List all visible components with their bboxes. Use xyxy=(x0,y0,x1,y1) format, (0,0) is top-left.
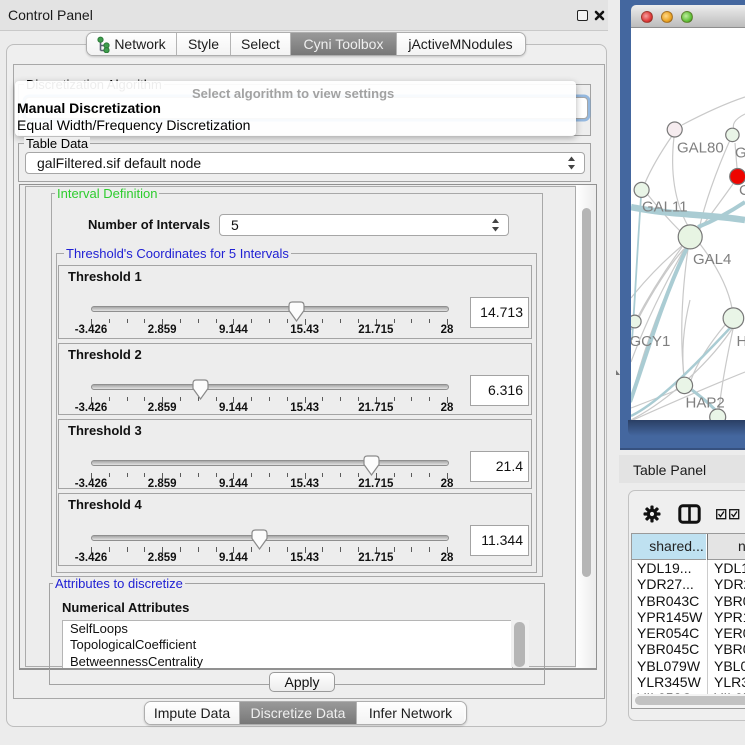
svg-text:GA: GA xyxy=(735,145,745,162)
svg-text:GCY1: GCY1 xyxy=(631,333,670,350)
svg-text:GAL11: GAL11 xyxy=(642,199,688,216)
svg-text:GAL4: GAL4 xyxy=(693,251,731,268)
svg-text:C: C xyxy=(739,182,745,199)
svg-text:HAP2: HAP2 xyxy=(686,395,725,412)
svg-text:H: H xyxy=(737,333,745,350)
svg-text:GAL80: GAL80 xyxy=(677,140,724,157)
